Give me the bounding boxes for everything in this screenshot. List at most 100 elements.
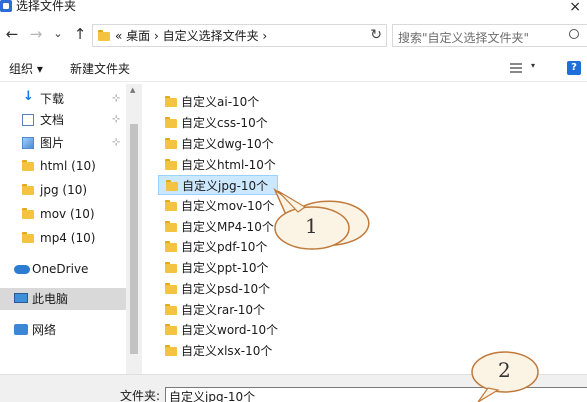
new-folder-button[interactable]: 新建文件夹 [70,62,130,76]
recent-locations-button[interactable]: ⌄ [50,25,66,43]
folder-field[interactable] [165,387,587,402]
search-box[interactable]: 搜索"自定义选择文件夹" [392,24,587,47]
sidebar-item-jpg[interactable]: jpg (10) [0,179,126,201]
window-title: 选择文件夹 [16,0,77,13]
folder-icon [22,160,34,172]
address-toolbar: ← → ⌄ ↑ « 桌面 › 自定义选择文件夹 › ↻ 搜索"自定义选择文件夹" [0,22,587,48]
folder-icon [22,232,34,244]
folder-item[interactable]: 自定义dwg-10个 [158,134,278,154]
up-button[interactable]: ↑ [72,25,88,43]
organize-button[interactable]: 组织 ▾ [9,62,43,76]
folder-item[interactable]: 自定义html-10个 [158,155,278,175]
forward-button[interactable]: → [28,25,44,43]
sidebar-item-label: 此电脑 [32,292,69,306]
folder-name: 自定义dwg-10个 [181,137,274,151]
folder-item[interactable]: 自定义xlsx-10个 [158,341,278,361]
folder-item[interactable]: 自定义MP4-10个 [158,217,278,237]
folder-item-selected[interactable]: 自定义jpg-10个 [158,175,278,195]
folder-icon [165,241,177,252]
callout-one-number: 1 [305,214,318,238]
folder-icon [165,96,177,107]
folder-field-label: 文件夹: [120,389,161,402]
search-icon[interactable] [569,29,579,39]
sidebar-item-network[interactable]: 网络 [0,319,126,341]
sidebar-item-onedrive[interactable]: OneDrive [0,258,126,280]
title-bar: 选择文件夹 × [0,0,587,20]
command-bar: 组织 ▾ 新建文件夹 ▾ ? [0,56,587,82]
view-dropdown-arrow[interactable]: ▾ [531,61,535,70]
sidebar-item-mov[interactable]: mov (10) [0,203,126,225]
folder-name: 自定义psd-10个 [181,282,271,296]
sidebar-item-documents[interactable]: 文档 ⊹ [0,109,126,131]
sidebar-item-downloads[interactable]: 下载 ⊹ [0,88,126,110]
refresh-icon[interactable]: ↻ [370,27,382,43]
folder-item[interactable]: 自定义rar-10个 [158,300,278,320]
sidebar-item-html[interactable]: html (10) [0,155,126,177]
folder-list: 自定义ai-10个 自定义css-10个 自定义dwg-10个 自定义html-… [150,88,587,374]
download-icon [22,89,34,105]
sidebar-item-label: mp4 (10) [40,231,96,245]
search-input[interactable]: 搜索"自定义选择文件夹" [398,29,529,46]
close-button[interactable]: × [569,0,581,14]
navigation-pane: 下载 ⊹ 文档 ⊹ 图片 ⊹ html (10) jpg (10) mov (1… [0,84,142,374]
folder-icon [98,30,110,41]
picture-icon [22,137,34,149]
address-bar[interactable]: « 桌面 › 自定义选择文件夹 › ↻ [92,24,387,47]
folder-name: 自定义ai-10个 [181,95,260,109]
scrollbar-thumb[interactable] [130,124,138,354]
sidebar-item-label: html (10) [40,159,96,173]
address-path[interactable]: « 桌面 › 自定义选择文件夹 › [115,29,267,43]
folder-icon [22,184,34,196]
folder-name: 自定义css-10个 [181,116,268,130]
scroll-up-icon[interactable]: ▲ [130,86,135,94]
folder-name: 自定义rar-10个 [181,303,266,317]
folder-icon [165,283,177,294]
sidebar-item-mp4[interactable]: mp4 (10) [0,227,126,249]
folder-item[interactable]: 自定义ppt-10个 [158,258,278,278]
computer-icon [14,293,28,303]
app-icon [0,0,12,12]
folder-icon [165,304,177,315]
folder-name: 自定义jpg-10个 [182,179,269,193]
sidebar-item-this-pc[interactable]: 此电脑 [0,288,126,310]
sidebar-item-label: jpg (10) [40,183,88,197]
folder-icon [165,159,177,170]
sidebar-item-label: mov (10) [40,207,95,221]
help-icon[interactable]: ? [567,61,581,75]
navigation-scrollbar[interactable]: ▲ [126,84,142,374]
folder-name: 自定义pdf-10个 [181,240,268,254]
folder-icon [166,180,178,191]
folder-item[interactable]: 自定义pdf-10个 [158,237,278,257]
folder-icon [165,200,177,211]
folder-icon [165,262,177,273]
folder-item[interactable]: 自定义word-10个 [158,320,278,340]
back-button[interactable]: ← [4,25,20,43]
folder-item[interactable]: 自定义ai-10个 [158,92,278,112]
folder-icon [165,324,177,335]
document-icon [22,114,34,126]
folder-name: 自定义mov-10个 [181,199,275,213]
sidebar-item-label: 网络 [32,323,57,337]
pin-icon: ⊹ [112,137,121,148]
sidebar-item-label: OneDrive [32,262,89,276]
folder-name: 自定义word-10个 [181,323,279,337]
folder-icon [22,208,34,220]
sidebar-item-pictures[interactable]: 图片 ⊹ [0,132,126,154]
sidebar-item-label: 下载 [40,92,65,106]
folder-item[interactable]: 自定义css-10个 [158,113,278,133]
folder-item[interactable]: 自定义mov-10个 [158,196,278,216]
folder-name: 自定义ppt-10个 [181,261,269,275]
folder-name: 自定义html-10个 [181,158,276,172]
folder-name: 自定义MP4-10个 [181,220,274,234]
pin-icon: ⊹ [112,93,121,104]
folder-icon [165,221,177,232]
view-options-icon[interactable] [510,63,522,75]
folder-icon [165,138,177,149]
folder-item[interactable]: 自定义psd-10个 [158,279,278,299]
pin-icon: ⊹ [112,114,121,125]
callout-two-number: 2 [498,358,511,382]
folder-icon [165,345,177,356]
folder-name-input[interactable] [166,388,587,402]
sidebar-item-label: 文档 [40,113,65,127]
folder-icon [165,117,177,128]
